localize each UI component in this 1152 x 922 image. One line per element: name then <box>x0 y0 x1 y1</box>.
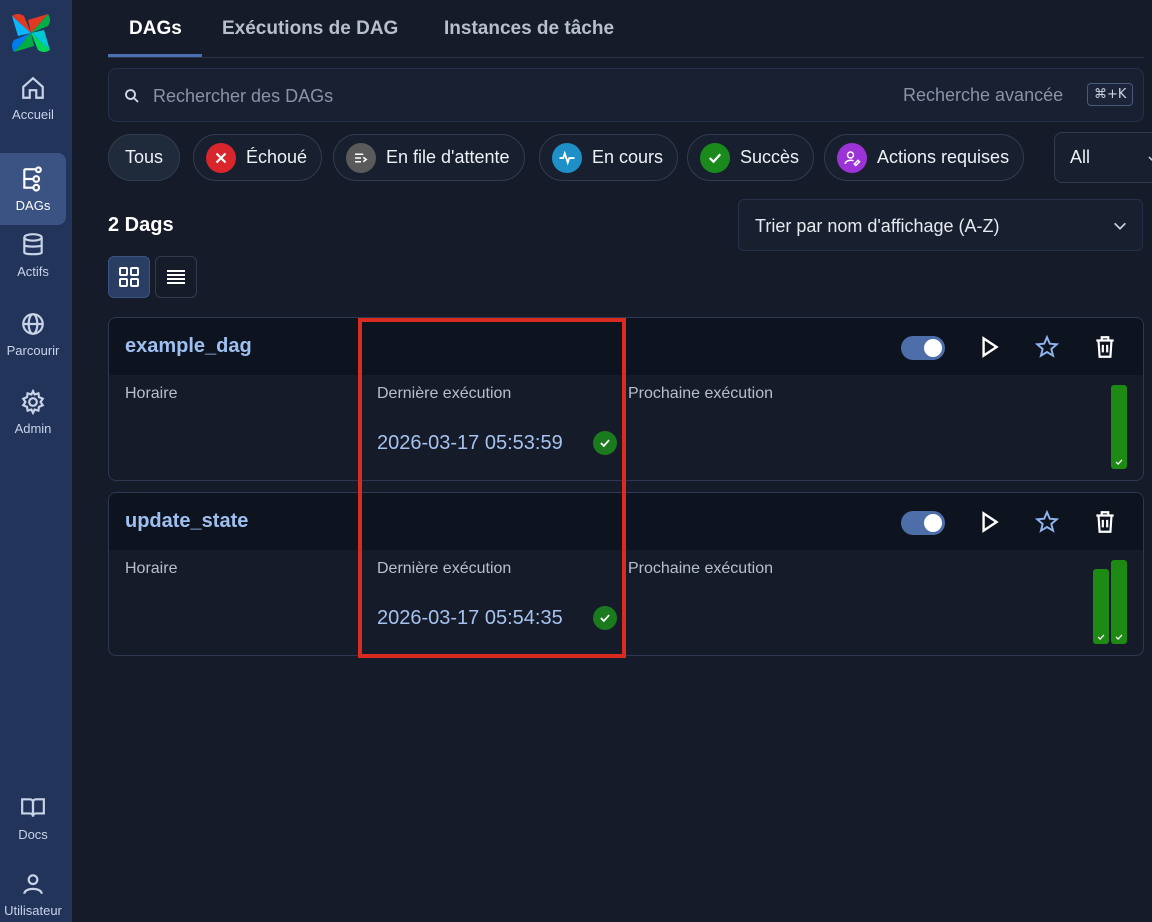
user-action-icon <box>837 142 867 173</box>
chevron-down-icon <box>1148 156 1152 162</box>
dag-count: 2 Dags <box>108 214 174 236</box>
recent-run-bar[interactable] <box>1093 569 1109 644</box>
success-status-icon <box>593 606 617 630</box>
globe-icon <box>22 312 44 335</box>
filter-running[interactable]: En cours <box>539 134 679 181</box>
filter-label: En file d'attente <box>386 147 510 167</box>
sidebar-item-parcourir[interactable]: Parcourir <box>0 298 66 370</box>
check-icon <box>1115 459 1123 465</box>
database-icon <box>23 232 43 255</box>
play-icon[interactable] <box>976 509 1002 535</box>
last-run-date-link[interactable]: 2026-03-17 05:53:59 <box>377 432 563 455</box>
sidebar-item-dags[interactable]: DAGs <box>0 153 66 225</box>
list-view-button[interactable] <box>155 256 197 298</box>
last-run-label: Dernière exécution <box>377 560 512 577</box>
active-tab-indicator <box>108 54 202 57</box>
list-icon <box>167 270 185 284</box>
chevron-down-icon <box>1114 222 1126 230</box>
schedule-label: Horaire <box>125 560 178 577</box>
sort-select[interactable]: Trier par nom d'affichage (A-Z) <box>738 199 1143 251</box>
tab-dags[interactable]: DAGs <box>129 18 182 40</box>
sidebar-item-admin[interactable]: Admin <box>0 376 66 448</box>
pause-toggle[interactable] <box>901 336 945 360</box>
queued-icon <box>346 142 376 173</box>
dag-name-link[interactable]: example_dag <box>125 335 252 358</box>
check-icon <box>1115 634 1123 640</box>
filter-label: Tous <box>125 147 164 167</box>
book-icon <box>21 797 45 817</box>
activity-icon <box>552 142 582 173</box>
filter-failed[interactable]: Échoué <box>193 134 323 181</box>
last-run-date-link[interactable]: 2026-03-17 05:54:35 <box>377 607 563 630</box>
filter-label: Succès <box>740 147 800 167</box>
dag-filter-select[interactable]: All <box>1054 132 1152 183</box>
user-icon <box>23 873 43 894</box>
filter-label: Actions requises <box>877 147 1010 167</box>
gear-icon <box>21 388 45 415</box>
airflow-logo-icon[interactable] <box>8 10 54 56</box>
schedule-label: Horaire <box>125 385 178 402</box>
filter-label: En cours <box>592 147 664 167</box>
failed-icon <box>206 142 236 173</box>
main-tabs: DAGs Exécutions de DAG Instances de tâch… <box>108 0 1144 58</box>
advanced-search-link[interactable]: Recherche avancée <box>903 85 1063 106</box>
search-input[interactable] <box>153 79 753 113</box>
sidebar-item-label: Docs <box>18 826 48 842</box>
sidebar-item-utilisateur[interactable]: Utilisateur <box>0 858 66 922</box>
sidebar-item-label: Actifs <box>17 263 49 279</box>
star-icon[interactable] <box>1034 509 1060 535</box>
play-icon[interactable] <box>976 334 1002 360</box>
tab-task-instances[interactable]: Instances de tâche <box>444 18 614 40</box>
dag-name-link[interactable]: update_state <box>125 510 248 533</box>
select-value: All <box>1070 147 1091 167</box>
next-run-label: Prochaine exécution <box>628 560 773 577</box>
recent-run-bar[interactable] <box>1111 385 1127 469</box>
dags-icon <box>23 165 42 192</box>
sidebar: Accueil DAGs Actifs Parcourir Admin Docs… <box>0 0 72 922</box>
sidebar-item-label: DAGs <box>15 197 51 213</box>
filter-queued[interactable]: En file d'attente <box>333 134 525 181</box>
search-icon <box>125 89 139 103</box>
check-icon <box>1097 634 1105 640</box>
sidebar-item-label: Admin <box>14 420 52 436</box>
success-status-icon <box>593 431 617 455</box>
tab-dag-runs[interactable]: Exécutions de DAG <box>222 18 398 40</box>
last-run-label: Dernière exécution <box>377 385 512 402</box>
recent-run-bar[interactable] <box>1111 560 1127 644</box>
home-icon <box>22 76 44 99</box>
grid-icon <box>119 267 139 287</box>
trash-icon[interactable] <box>1092 509 1118 535</box>
search-shortcut-badge: ⌘+K <box>1087 83 1134 106</box>
trash-icon[interactable] <box>1092 334 1118 360</box>
sidebar-item-label: Utilisateur <box>4 902 62 918</box>
dag-card: update_state Horaire Dernière exécution … <box>108 492 1144 656</box>
next-run-label: Prochaine exécution <box>628 385 773 402</box>
sidebar-item-docs[interactable]: Docs <box>0 782 66 854</box>
dag-card: example_dag Horaire Dernière exécution P… <box>108 317 1144 481</box>
filter-all[interactable]: Tous <box>108 134 181 181</box>
toggle-knob <box>924 514 942 532</box>
filter-success[interactable]: Succès <box>687 134 815 181</box>
sidebar-item-label: Parcourir <box>6 342 60 358</box>
check-icon <box>700 142 730 173</box>
star-icon[interactable] <box>1034 334 1060 360</box>
sidebar-item-accueil[interactable]: Accueil <box>0 62 66 134</box>
search-bar: Recherche avancée ⌘+K <box>108 68 1144 122</box>
pause-toggle[interactable] <box>901 511 945 535</box>
sidebar-item-actifs[interactable]: Actifs <box>0 219 66 291</box>
filter-label: Échoué <box>246 147 308 167</box>
sort-label: Trier par nom d'affichage (A-Z) <box>755 216 1000 236</box>
filter-actions-required[interactable]: Actions requises <box>824 134 1025 181</box>
grid-view-button[interactable] <box>108 256 150 298</box>
toggle-knob <box>924 339 942 357</box>
sidebar-item-label: Accueil <box>12 106 54 122</box>
